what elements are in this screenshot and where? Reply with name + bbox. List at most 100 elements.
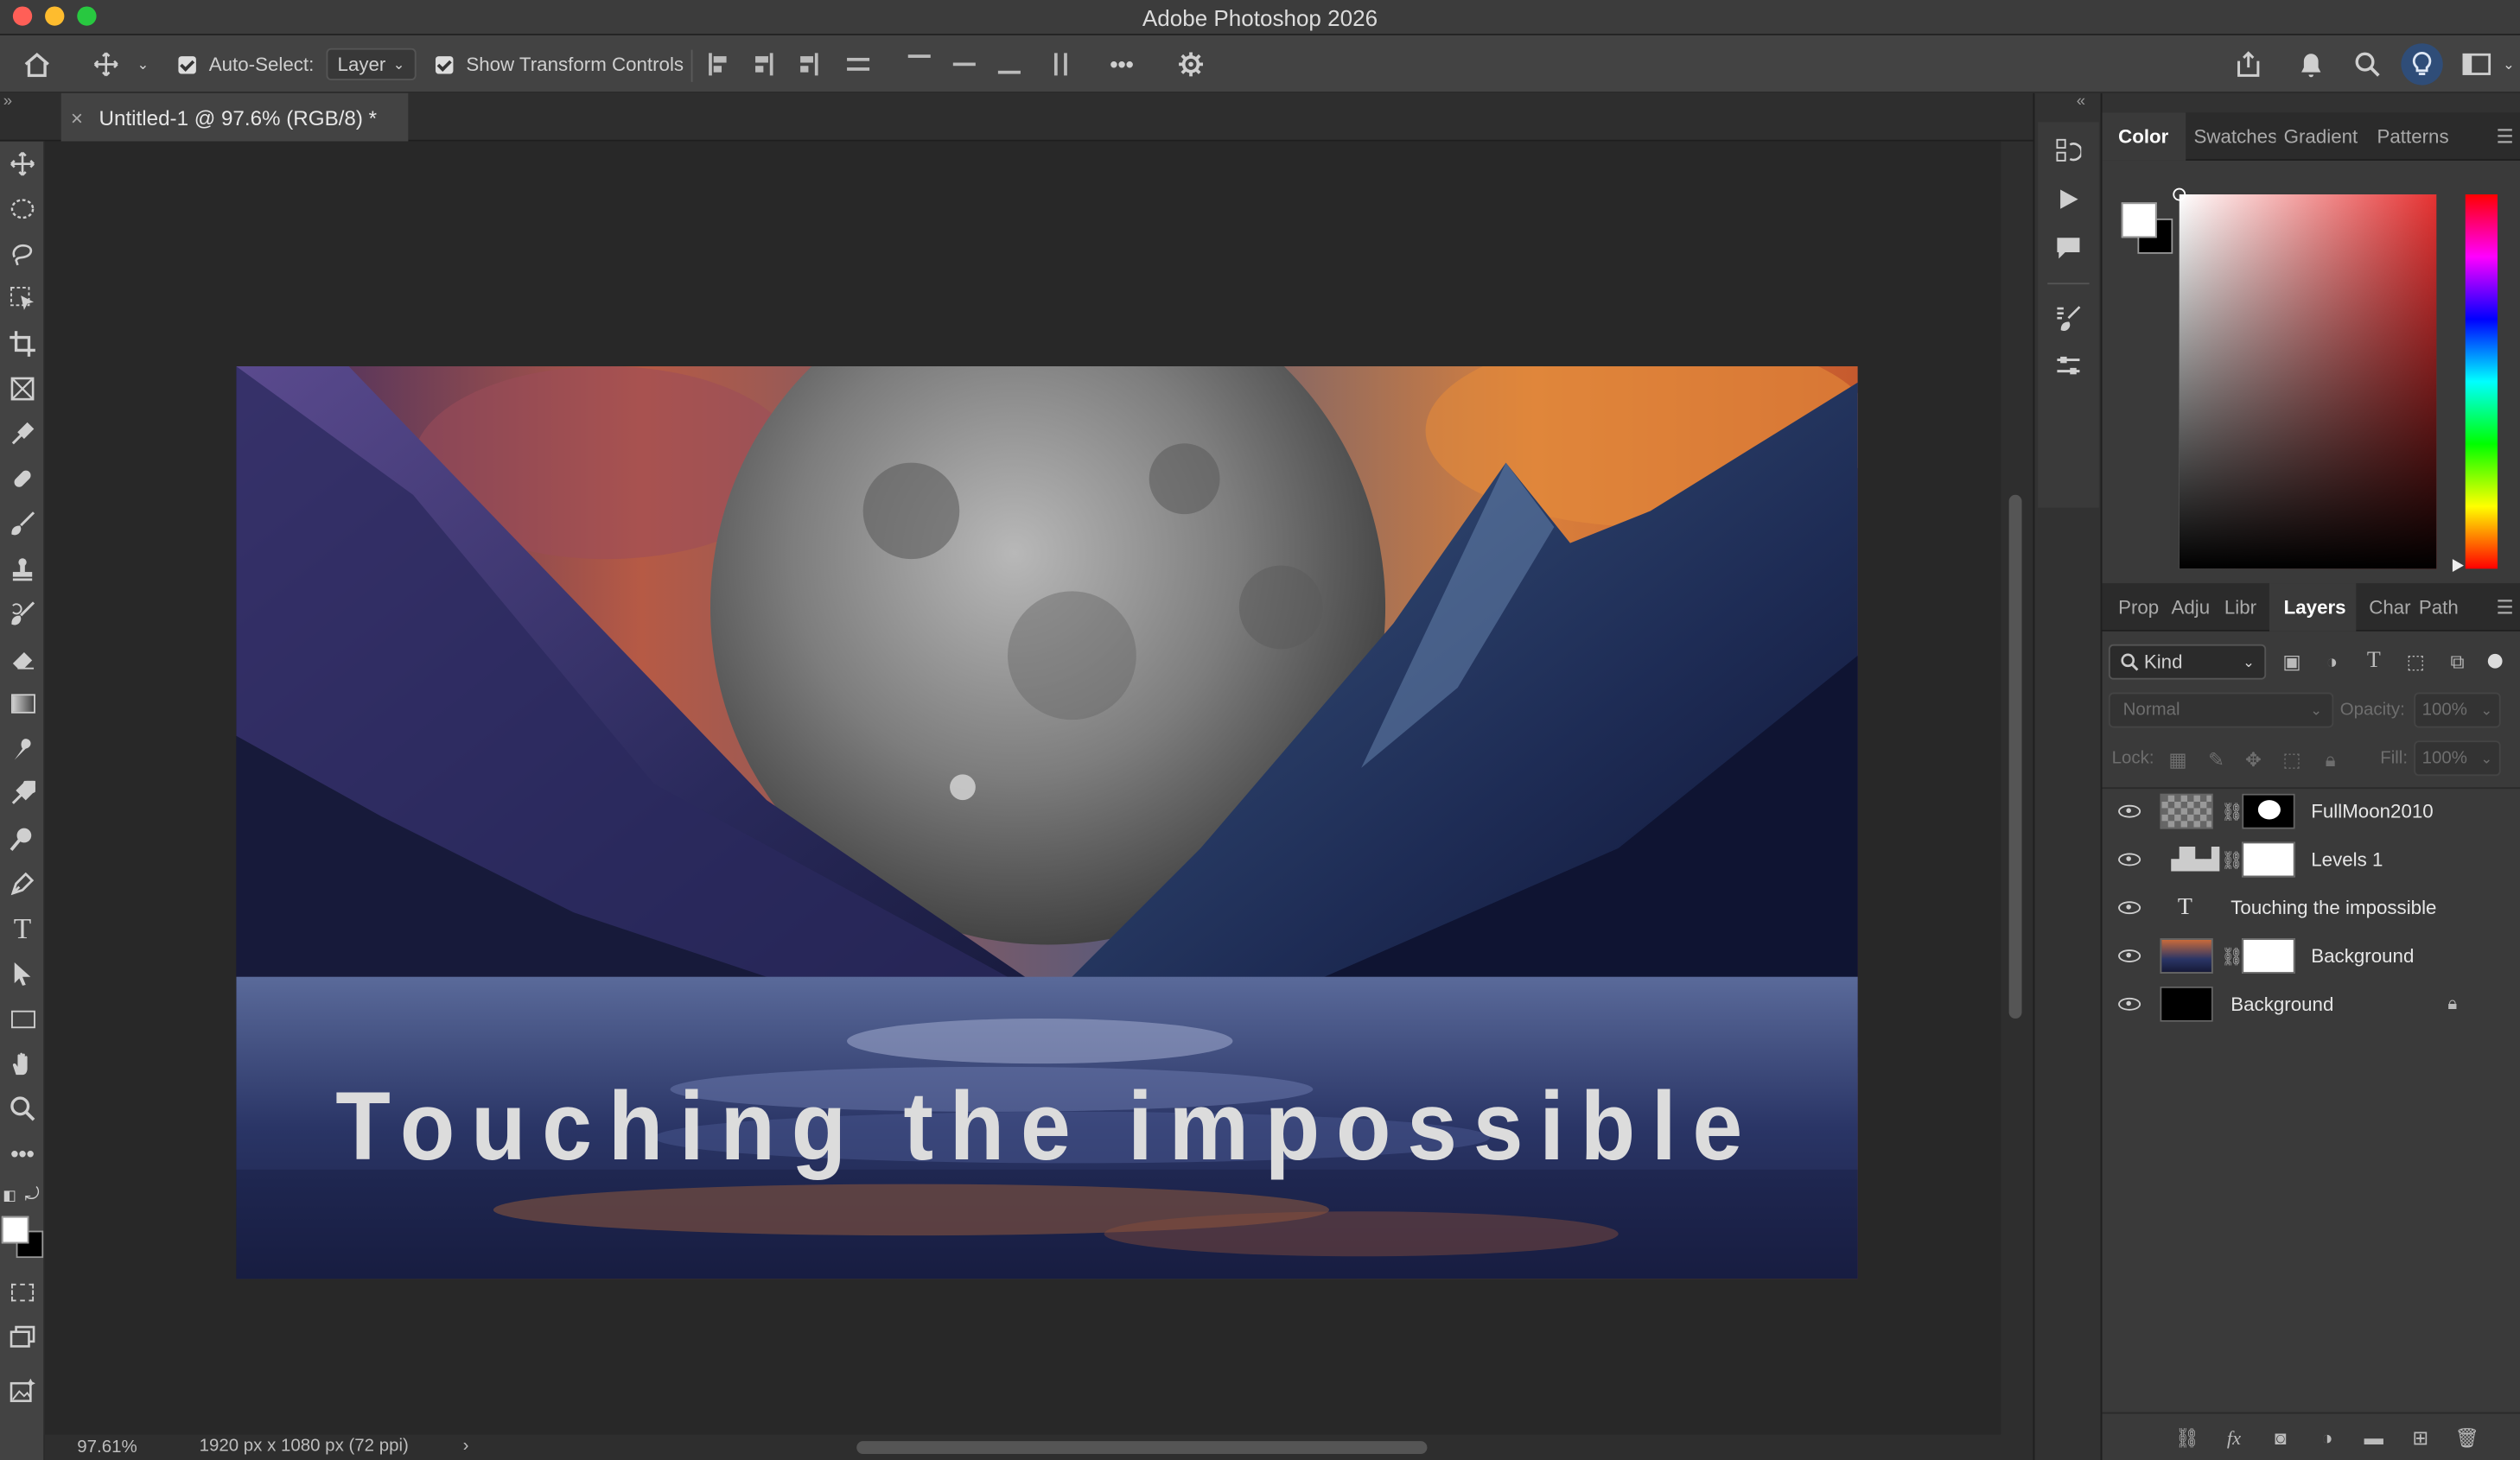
link-icon[interactable]: ⛓ bbox=[2221, 801, 2243, 822]
collapse-toolbox-icon[interactable]: » bbox=[3, 93, 12, 111]
show-transform-checkbox[interactable] bbox=[434, 50, 453, 79]
default-colors-button[interactable]: ◧ bbox=[0, 1179, 19, 1211]
zoom-tool[interactable] bbox=[6, 1093, 38, 1125]
dodge-tool[interactable] bbox=[6, 778, 38, 809]
edit-toolbar-button[interactable]: ••• bbox=[6, 1138, 38, 1170]
status-menu-button[interactable]: › bbox=[463, 1437, 469, 1456]
move-tool[interactable] bbox=[6, 148, 38, 180]
move-tool-preset-button[interactable] bbox=[90, 50, 122, 79]
tab-paths[interactable]: Path bbox=[2411, 582, 2466, 631]
filter-type-icon[interactable]: T bbox=[2363, 649, 2385, 673]
screen-mode-button[interactable] bbox=[6, 1321, 38, 1353]
auto-select-dropdown[interactable]: Layer ⌄ bbox=[326, 48, 417, 80]
align-vertical-centers-button[interactable] bbox=[952, 50, 976, 79]
tab-gradient[interactable]: Gradient bbox=[2275, 111, 2369, 160]
layer-row[interactable]: ⛓ Background bbox=[2102, 932, 2497, 981]
settings-button[interactable] bbox=[1176, 50, 1205, 79]
frame-tool[interactable] bbox=[6, 372, 38, 404]
discover-button[interactable] bbox=[2401, 43, 2443, 86]
panel-menu-icon[interactable]: ☰ bbox=[2497, 125, 2514, 148]
document-canvas[interactable]: Touching the impossible bbox=[236, 366, 1858, 1279]
vertical-scrollbar-thumb[interactable] bbox=[2008, 494, 2022, 1019]
hand-tool[interactable] bbox=[6, 1048, 38, 1080]
layer-row[interactable]: T Touching the impossible bbox=[2102, 884, 2497, 932]
align-right-edges-button[interactable] bbox=[797, 50, 819, 79]
layer-filter-dropdown[interactable]: Kind ⌄ bbox=[2108, 644, 2267, 680]
elliptical-marquee-tool[interactable] bbox=[6, 193, 38, 225]
history-panel-button[interactable] bbox=[2052, 135, 2084, 167]
layer-row[interactable]: Background 🔒︎ bbox=[2102, 980, 2497, 1028]
visibility-eye-icon[interactable] bbox=[2118, 853, 2141, 866]
opacity-field[interactable]: 100% ⌄ bbox=[2414, 692, 2501, 728]
layer-row[interactable]: ▟▙▟ ⛓ Levels 1 bbox=[2102, 835, 2497, 884]
align-left-edges-button[interactable] bbox=[707, 50, 729, 79]
align-top-edges-button[interactable] bbox=[907, 50, 931, 79]
history-brush-tool[interactable] bbox=[6, 598, 38, 630]
crop-tool[interactable] bbox=[6, 327, 38, 359]
new-group-icon[interactable]: ▬ bbox=[2363, 1426, 2385, 1449]
filter-toggle[interactable] bbox=[2487, 653, 2503, 669]
quick-mask-button[interactable] bbox=[6, 1276, 38, 1308]
chevron-down-icon[interactable]: ⌄ bbox=[135, 50, 151, 79]
tab-color[interactable]: Color bbox=[2102, 111, 2186, 161]
collapse-panels-icon[interactable]: « bbox=[2077, 93, 2085, 111]
tab-adjustments[interactable]: Adju bbox=[2163, 582, 2216, 631]
search-button[interactable] bbox=[2351, 50, 2383, 79]
lock-image-icon[interactable]: ✎ bbox=[2205, 749, 2228, 771]
visibility-eye-icon[interactable] bbox=[2118, 901, 2141, 915]
workspace[interactable]: Touching the impossible bbox=[45, 141, 2001, 1435]
tab-properties[interactable]: Prop bbox=[2102, 582, 2163, 631]
document-tab[interactable]: × Untitled-1 @ 97.6% (RGB/8) * bbox=[60, 92, 409, 142]
lasso-tool[interactable] bbox=[6, 238, 38, 270]
burn-tool[interactable] bbox=[6, 822, 38, 854]
gradient-tool[interactable] bbox=[6, 688, 38, 720]
lock-transparent-icon[interactable]: ▦ bbox=[2167, 749, 2189, 771]
tab-layers[interactable]: Layers bbox=[2269, 582, 2357, 631]
actions-panel-button[interactable] bbox=[2052, 183, 2084, 215]
link-icon[interactable]: ⛓ bbox=[2221, 849, 2243, 870]
pen-tool[interactable] bbox=[6, 867, 38, 899]
layer-row[interactable]: ⛓ FullMoon2010 bbox=[2102, 787, 2497, 835]
content-credentials-button[interactable] bbox=[6, 1375, 38, 1407]
more-options-button[interactable]: ••• bbox=[1105, 50, 1137, 79]
clone-stamp-tool[interactable] bbox=[6, 553, 38, 585]
share-button[interactable] bbox=[2232, 50, 2264, 79]
zoom-level[interactable]: 97.61% bbox=[77, 1438, 137, 1457]
layer-mask-thumbnail[interactable] bbox=[2242, 841, 2295, 878]
filter-adjustment-icon[interactable]: ◑ bbox=[2320, 651, 2343, 673]
layer-mask-thumbnail[interactable] bbox=[2242, 793, 2295, 829]
workspace-button[interactable] bbox=[2459, 50, 2494, 79]
object-selection-tool[interactable] bbox=[6, 282, 38, 314]
filter-smart-object-icon[interactable]: ⧉ bbox=[2446, 650, 2468, 673]
new-adjustment-layer-icon[interactable]: ◑ bbox=[2316, 1426, 2339, 1449]
add-mask-icon[interactable]: ◙ bbox=[2269, 1426, 2292, 1449]
home-button[interactable] bbox=[19, 50, 54, 79]
rectangle-tool[interactable] bbox=[6, 1002, 38, 1034]
lock-all-icon[interactable]: 🔒︎ bbox=[2320, 748, 2342, 771]
visibility-eye-icon[interactable] bbox=[2118, 804, 2141, 818]
distribute-horizontally-button[interactable] bbox=[1049, 50, 1072, 79]
healing-brush-tool[interactable] bbox=[6, 463, 38, 495]
smudge-tool[interactable] bbox=[6, 733, 38, 765]
adjustments-panel-button[interactable] bbox=[2052, 350, 2084, 382]
vertical-scrollbar[interactable] bbox=[2001, 141, 2033, 1435]
align-bottom-edges-button[interactable] bbox=[997, 50, 1021, 79]
brush-tool[interactable] bbox=[6, 508, 38, 540]
color-saturation-field[interactable] bbox=[2173, 187, 2437, 569]
close-document-button[interactable]: × bbox=[71, 105, 83, 130]
filter-pixel-icon[interactable]: ▣ bbox=[2281, 651, 2303, 673]
tab-character[interactable]: Char bbox=[2356, 582, 2410, 631]
blend-mode-dropdown[interactable]: Normal ⌄ bbox=[2108, 692, 2334, 728]
eraser-tool[interactable] bbox=[6, 643, 38, 675]
foreground-color-swatch[interactable] bbox=[1, 1216, 29, 1244]
delete-layer-icon[interactable]: 🗑︎ bbox=[2454, 1426, 2479, 1449]
path-selection-tool[interactable] bbox=[6, 957, 38, 989]
comments-panel-button[interactable] bbox=[2052, 232, 2084, 263]
horizontal-scrollbar-thumb[interactable] bbox=[856, 1441, 1428, 1455]
visibility-eye-icon[interactable] bbox=[2118, 997, 2141, 1011]
lock-artboard-icon[interactable]: ⬚ bbox=[2281, 749, 2303, 771]
foreground-color-swatch[interactable] bbox=[2121, 202, 2157, 238]
tab-patterns[interactable]: Patterns bbox=[2369, 111, 2475, 160]
fx-icon[interactable]: fx bbox=[2223, 1425, 2245, 1449]
link-layers-icon[interactable]: ⛓ bbox=[2175, 1426, 2199, 1449]
